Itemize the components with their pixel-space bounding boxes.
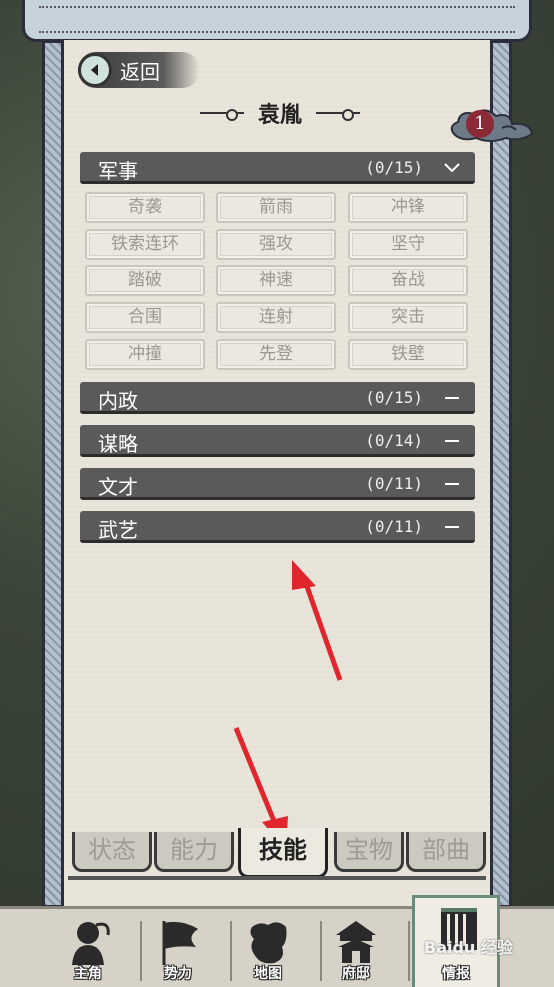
category-header[interactable]: 内政 (0/15)	[80, 382, 475, 414]
back-arrow-icon	[78, 53, 112, 87]
collapse-dash-icon[interactable]	[441, 386, 463, 408]
collapse-dash-icon[interactable]	[441, 472, 463, 494]
nav-label: 情报	[442, 966, 470, 982]
title-bar: 袁胤	[150, 96, 410, 130]
collapse-dash-icon[interactable]	[441, 515, 463, 537]
tab-2[interactable]: 技能	[238, 828, 328, 878]
skill-slot[interactable]: 强攻	[216, 229, 336, 260]
category-name: 内政	[98, 389, 138, 413]
badge-count: 1	[466, 110, 494, 138]
tab-1[interactable]: 能力	[154, 832, 234, 872]
skill-slot[interactable]: 箭雨	[216, 192, 336, 223]
flag-icon	[162, 921, 198, 965]
skill-slot[interactable]: 踏破	[85, 265, 205, 296]
nav-item-character[interactable]: 主角	[44, 909, 132, 987]
page-title: 袁胤	[257, 102, 302, 128]
skill-slot[interactable]: 奋战	[348, 265, 468, 296]
skill-slot[interactable]: 冲锋	[348, 192, 468, 223]
skill-slot[interactable]: 神速	[216, 265, 336, 296]
nav-item-map[interactable]: 地图	[224, 909, 312, 987]
back-button[interactable]: 返回	[78, 52, 200, 88]
notification-badge[interactable]: 1	[446, 104, 538, 146]
tab-3[interactable]: 宝物	[334, 832, 404, 872]
nav-label: 势力	[164, 966, 192, 982]
title-deco-left-icon	[199, 108, 244, 121]
red-arrow-up-icon	[292, 560, 343, 681]
tab-bar: 状态 能力 技能 宝物 部曲	[68, 828, 486, 878]
scroll-right-border	[490, 40, 512, 908]
category-count: (0/15)	[365, 388, 423, 407]
back-label: 返回	[120, 59, 160, 84]
collapse-dash-icon[interactable]	[441, 429, 463, 451]
category-count: (0/11)	[365, 474, 423, 493]
category-count: (0/15)	[365, 158, 423, 177]
category-name: 文才	[98, 475, 138, 499]
tab-0[interactable]: 状态	[72, 832, 152, 872]
skill-slot[interactable]: 铁索连环	[85, 229, 205, 260]
tab-underline	[68, 876, 486, 880]
category-name: 武艺	[98, 518, 138, 542]
category-header[interactable]: 谋略 (0/14)	[80, 425, 475, 457]
category-header[interactable]: 军事 (0/15)	[80, 152, 475, 184]
category-name: 军事	[98, 159, 138, 183]
skill-slot[interactable]: 连射	[216, 302, 336, 333]
category-count: (0/14)	[365, 431, 423, 450]
title-deco-right-icon	[316, 108, 360, 121]
category-header[interactable]: 文才 (0/11)	[80, 468, 475, 500]
category-name: 谋略	[98, 432, 138, 456]
watermark: Baidu 经验	[424, 938, 513, 957]
nav-label: 府邸	[342, 966, 370, 982]
skill-slot[interactable]: 坚守	[348, 229, 468, 260]
skill-slot[interactable]: 铁壁	[348, 339, 468, 370]
nav-item-flag[interactable]: 势力	[134, 909, 222, 987]
character-icon	[72, 922, 110, 965]
map-icon	[250, 922, 287, 964]
skill-slot[interactable]: 突击	[348, 302, 468, 333]
category-count: (0/11)	[365, 517, 423, 536]
scroll-left-border	[42, 40, 64, 908]
skill-slot[interactable]: 冲撞	[85, 339, 205, 370]
skill-slot[interactable]: 先登	[216, 339, 336, 370]
skill-slot[interactable]: 合围	[85, 302, 205, 333]
nav-item-mansion[interactable]: 府邸	[312, 909, 400, 987]
nav-label: 主角	[74, 966, 102, 982]
chevron-down-icon[interactable]	[441, 156, 463, 178]
mansion-icon	[336, 921, 376, 963]
category-header[interactable]: 武艺 (0/11)	[80, 511, 475, 543]
nav-label: 地图	[254, 966, 282, 982]
scroll-top-rod	[22, 0, 532, 42]
skill-slot[interactable]: 奇袭	[85, 192, 205, 223]
tab-4[interactable]: 部曲	[406, 832, 486, 872]
nav-separator	[408, 921, 410, 981]
